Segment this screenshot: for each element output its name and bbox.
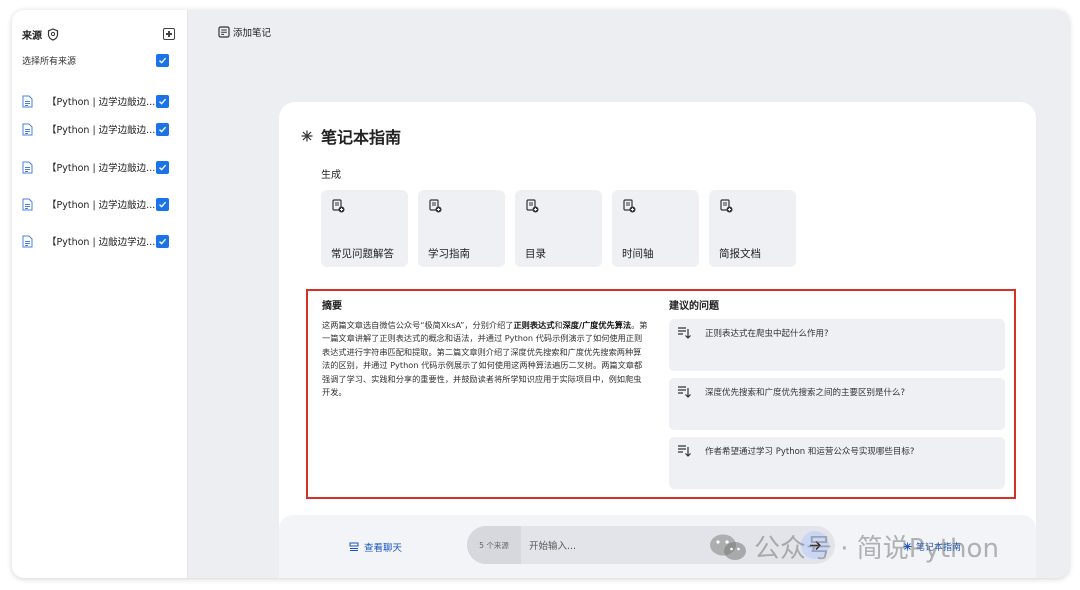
guide-title: 笔记本指南 bbox=[301, 124, 401, 148]
document-icon bbox=[22, 161, 33, 173]
document-icon bbox=[22, 235, 33, 247]
source-checkbox[interactable] bbox=[156, 160, 169, 174]
note-add-icon bbox=[526, 199, 539, 213]
source-name: 【Python | 边敲边学边... bbox=[47, 237, 156, 248]
source-item[interactable]: 【Python | 边学边敲边... bbox=[22, 120, 169, 138]
source-name: 【Python | 边学边敲边... bbox=[47, 125, 156, 136]
sources-title-label: 来源 bbox=[22, 30, 42, 42]
source-item[interactable]: 【Python | 边学边敲边... bbox=[22, 195, 169, 213]
note-add-icon bbox=[623, 199, 636, 213]
select-all-row[interactable]: 选择所有来源 bbox=[22, 52, 169, 68]
generate-buttons: 常见问题解答 学习指南 目录 时间轴 简报文档 bbox=[321, 190, 796, 267]
source-item[interactable]: 【Python | 边学边敲边... bbox=[22, 92, 169, 110]
summary-questions-panel: 摘要 这两篇文章选自微信公众号“极简XksA”，分别介绍了正则表达式和深度/广度… bbox=[306, 289, 1016, 499]
sources-sidebar: 来源 选择所有来源 【Python | 边学边敲边... 【Python | 边… bbox=[12, 10, 188, 578]
view-chat-label: 查看聊天 bbox=[364, 543, 403, 554]
document-icon bbox=[22, 123, 33, 135]
wechat-icon bbox=[710, 534, 746, 560]
summary-text-part: 和 bbox=[554, 320, 563, 330]
generate-button-label: 学习指南 bbox=[428, 248, 470, 260]
sources-title: 来源 bbox=[22, 27, 59, 42]
question-text: 深度优先搜索和广度优先搜索之间的主要区别是什么? bbox=[705, 388, 906, 398]
suggested-question[interactable]: 作者希望通过学习 Python 和运营公众号实现哪些目标? bbox=[669, 437, 1005, 489]
watermark: 公众号 · 简说Python bbox=[708, 528, 999, 565]
guide-title-label: 笔记本指南 bbox=[321, 128, 402, 147]
sources-header: 来源 bbox=[22, 24, 175, 44]
summary-text: 这两篇文章选自微信公众号“极简XksA”，分别介绍了正则表达式和深度/广度优先算… bbox=[322, 319, 648, 399]
question-text: 正则表达式在爬虫中起什么作用? bbox=[705, 329, 829, 339]
chat-icon bbox=[349, 542, 359, 551]
document-icon bbox=[22, 198, 33, 210]
generate-button-label: 目录 bbox=[525, 248, 546, 260]
chat-placeholder: 开始输入... bbox=[529, 541, 577, 552]
summary-bold-term: 深度/广度优先算法 bbox=[562, 320, 632, 330]
suggested-question[interactable]: 正则表达式在爬虫中起什么作用? bbox=[669, 319, 1005, 371]
view-chat-button[interactable]: 查看聊天 bbox=[349, 540, 402, 554]
source-item[interactable]: 【Python | 边学边敲边... bbox=[22, 158, 169, 176]
generate-label: 生成 bbox=[321, 170, 341, 181]
check-icon bbox=[159, 98, 167, 105]
note-add-icon bbox=[429, 199, 442, 213]
generate-button-label: 时间轴 bbox=[622, 248, 654, 260]
note-icon bbox=[218, 26, 230, 38]
select-all-label: 选择所有来源 bbox=[22, 56, 77, 67]
questions-title: 建议的问题 bbox=[669, 301, 719, 312]
main-area: 添加笔记 笔记本指南 生成 常见问题解答 学习指南 目录 时间轴 简报文档 摘要… bbox=[188, 10, 1069, 578]
source-name: 【Python | 边学边敲边... bbox=[47, 200, 156, 211]
question-list-icon bbox=[678, 445, 691, 457]
sparkle-icon bbox=[301, 130, 313, 142]
note-add-icon bbox=[720, 199, 733, 213]
generate-button-label: 简报文档 bbox=[719, 248, 761, 260]
check-icon bbox=[159, 126, 167, 133]
summary-title: 摘要 bbox=[322, 301, 342, 312]
document-icon bbox=[22, 95, 33, 107]
summary-text-part: 这两篇文章选自微信公众号“极简XksA”，分别介绍了 bbox=[322, 320, 514, 330]
notebook-guide: 笔记本指南 生成 常见问题解答 学习指南 目录 时间轴 简报文档 摘要 这两篇文… bbox=[279, 102, 1036, 578]
shield-icon bbox=[47, 27, 59, 41]
check-icon bbox=[159, 57, 167, 64]
source-item[interactable]: 【Python | 边敲边学边... bbox=[22, 232, 169, 250]
generate-toc-button[interactable]: 目录 bbox=[515, 190, 602, 267]
generate-study-guide-button[interactable]: 学习指南 bbox=[418, 190, 505, 267]
source-name: 【Python | 边学边敲边... bbox=[47, 163, 156, 174]
note-add-icon bbox=[332, 199, 345, 213]
source-count-badge: 5 个来源 bbox=[467, 526, 521, 564]
generate-button-label: 常见问题解答 bbox=[331, 248, 394, 260]
select-all-checkbox[interactable] bbox=[156, 53, 169, 67]
add-note-label: 添加笔记 bbox=[233, 28, 272, 39]
add-note-button[interactable]: 添加笔记 bbox=[218, 24, 271, 40]
source-checkbox[interactable] bbox=[156, 234, 169, 248]
question-text: 作者希望通过学习 Python 和运营公众号实现哪些目标? bbox=[705, 447, 915, 457]
app-window: 来源 选择所有来源 【Python | 边学边敲边... 【Python | 边… bbox=[12, 10, 1069, 578]
generate-timeline-button[interactable]: 时间轴 bbox=[612, 190, 699, 267]
check-icon bbox=[159, 164, 167, 171]
summary-bold-term: 正则表达式 bbox=[513, 320, 555, 330]
generate-briefing-button[interactable]: 简报文档 bbox=[709, 190, 796, 267]
source-checkbox[interactable] bbox=[156, 94, 169, 108]
check-icon bbox=[159, 238, 167, 245]
generate-faq-button[interactable]: 常见问题解答 bbox=[321, 190, 408, 267]
source-name: 【Python | 边学边敲边... bbox=[47, 97, 156, 108]
summary-text-part: 。第一篇文章讲解了正则表达式的概念和语法，并通过 Python 代码示例演示了如… bbox=[322, 320, 648, 398]
question-list-icon bbox=[678, 327, 691, 339]
watermark-text: 公众号 · 简说Python bbox=[754, 534, 999, 564]
check-icon bbox=[159, 201, 167, 208]
suggested-question[interactable]: 深度优先搜索和广度优先搜索之间的主要区别是什么? bbox=[669, 378, 1005, 430]
source-checkbox[interactable] bbox=[156, 197, 169, 211]
add-source-button[interactable] bbox=[163, 28, 175, 40]
question-list-icon bbox=[678, 386, 691, 398]
source-checkbox[interactable] bbox=[156, 122, 169, 136]
